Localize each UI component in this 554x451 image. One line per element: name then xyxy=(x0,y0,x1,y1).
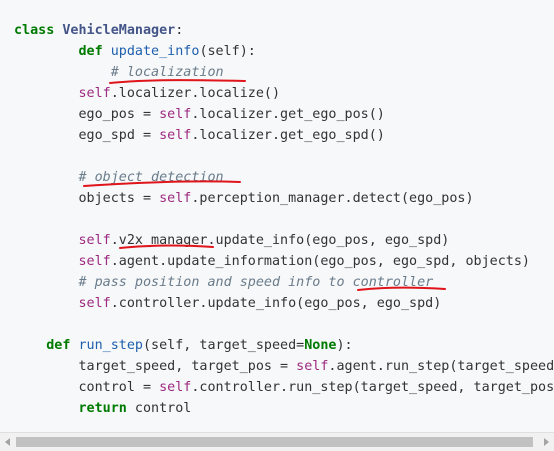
code-token: None xyxy=(304,338,337,353)
code-viewer: class VehicleManager: def update_info(se… xyxy=(0,0,554,451)
code-token: control = xyxy=(14,380,160,395)
code-token: objects = xyxy=(14,191,160,206)
code-line: objects = self.perception_manager.detect… xyxy=(14,188,554,209)
code-line: def update_info(self): xyxy=(14,41,554,62)
code-line: class VehicleManager: xyxy=(14,20,554,41)
code-token: self xyxy=(78,86,111,101)
code-line: control = self.controller.run_step(targe… xyxy=(14,377,554,398)
code-line: # pass position and speed info to contro… xyxy=(14,272,554,293)
code-token: # localization xyxy=(110,65,224,80)
code-token: self xyxy=(159,191,192,206)
scrollbar-thumb[interactable] xyxy=(16,437,533,447)
code-line: self.localizer.localize() xyxy=(14,83,554,104)
code-token: .localizer.get_ego_spd() xyxy=(191,128,385,143)
code-token: # pass position and speed info to contro… xyxy=(78,275,434,290)
code-line: self.controller.update_info(ego_pos, ego… xyxy=(14,293,554,314)
code-token: ego_spd = xyxy=(14,128,160,143)
code-line: return control xyxy=(14,398,554,419)
chevron-right-icon[interactable] xyxy=(544,438,549,446)
code-token: .agent.update_information(ego_pos, ego_s… xyxy=(110,254,530,269)
code-token: self xyxy=(78,254,111,269)
code-token: VehicleManager xyxy=(62,23,176,38)
code-line: target_speed, target_pos = self.agent.ru… xyxy=(14,356,554,377)
code-token: self xyxy=(159,107,192,122)
code-token: run_step xyxy=(78,338,144,353)
code-token: def xyxy=(46,338,71,353)
code-listing: class VehicleManager: def update_info(se… xyxy=(14,20,554,419)
code-token: .localizer.localize() xyxy=(110,86,281,101)
code-line: ego_pos = self.localizer.get_ego_pos() xyxy=(14,104,554,125)
code-token: .agent.run_step(target_speed) xyxy=(328,359,554,374)
code-token: control xyxy=(126,401,192,416)
code-token: .perception_manager.detect(ego_pos) xyxy=(191,191,474,206)
code-line: # object detection xyxy=(14,167,554,188)
code-token: class xyxy=(14,23,63,38)
horizontal-scrollbar[interactable] xyxy=(0,432,554,451)
code-token: self xyxy=(78,233,111,248)
code-token: .controller.run_step(target_speed, targe… xyxy=(191,380,554,395)
code-token: ): xyxy=(336,338,353,353)
code-token: .v2x_manager.update_info(ego_pos, ego_sp… xyxy=(110,233,450,248)
code-token: self xyxy=(159,128,192,143)
code-line: self.agent.update_information(ego_pos, e… xyxy=(14,251,554,272)
code-token: return xyxy=(78,401,127,416)
code-token: ego_pos = xyxy=(14,107,160,122)
chevron-left-icon[interactable] xyxy=(5,438,10,446)
code-line: self.v2x_manager.update_info(ego_pos, eg… xyxy=(14,230,554,251)
code-token: : xyxy=(175,23,184,38)
code-token: target_speed, target_pos = xyxy=(14,359,297,374)
code-token: self xyxy=(78,296,111,311)
code-token: update_info xyxy=(110,44,200,59)
code-token: # object detection xyxy=(78,170,224,185)
code-token: (self): xyxy=(199,44,256,59)
code-token: def xyxy=(78,44,103,59)
code-line: # localization xyxy=(14,62,554,83)
code-line: def run_step(self, target_speed=None): xyxy=(14,335,554,356)
code-line: ego_spd = self.localizer.get_ego_spd() xyxy=(14,125,554,146)
code-block: class VehicleManager: def update_info(se… xyxy=(0,0,554,432)
code-token: self xyxy=(159,380,192,395)
code-token: self xyxy=(296,359,329,374)
code-token: (self, target_speed= xyxy=(143,338,305,353)
code-token: .localizer.get_ego_pos() xyxy=(191,107,385,122)
code-token: .controller.update_info(ego_pos, ego_spd… xyxy=(110,296,442,311)
